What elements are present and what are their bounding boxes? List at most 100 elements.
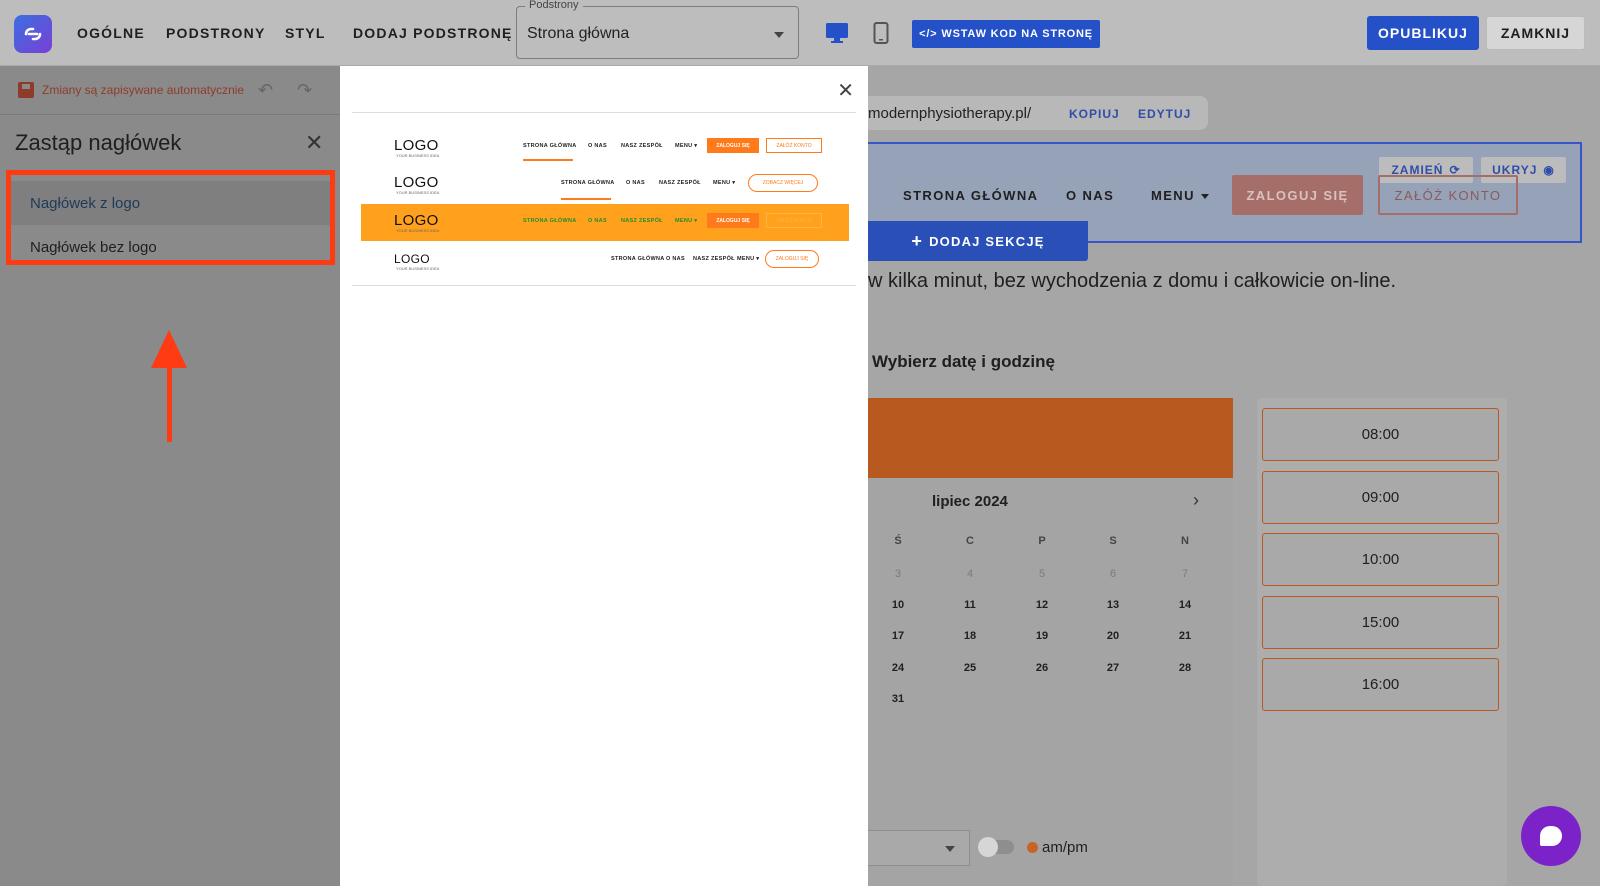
time-slots: 08:00 09:00 10:00 15:00 16:00 <box>1257 398 1507 886</box>
time-slot[interactable]: 08:00 <box>1262 408 1499 461</box>
save-icon <box>18 82 34 98</box>
calendar-day[interactable]: 13 <box>1099 599 1127 611</box>
preview-signup-button: ZAŁÓŻ KONTO <box>766 213 822 228</box>
site-nav-menu[interactable]: MENU <box>1151 188 1209 203</box>
preview-login-button: ZALOGUJ SIĘ <box>707 213 759 228</box>
add-section-label: DODAJ SEKCJĘ <box>929 233 1045 249</box>
top-toolbar: OGÓLNE PODSTRONY STYL DODAJ PODSTRONĘ Po… <box>0 0 1600 66</box>
preview-nav-underline <box>561 198 611 200</box>
close-editor-button[interactable]: ZAMKNIJ <box>1486 16 1585 50</box>
chat-icon <box>1540 826 1562 846</box>
subpage-select-label: Podstrony <box>525 0 583 11</box>
url-bar: modernphysiotherapy.pl/ KOPIUJ EDYTUJ <box>868 96 1208 130</box>
desktop-view-button[interactable] <box>823 21 851 45</box>
calendar-day[interactable]: 20 <box>1099 630 1127 642</box>
copy-url-button[interactable]: KOPIUJ <box>1069 107 1120 121</box>
header-variant-3[interactable]: LOGO YOUR BUSINESS IDEA STRONA GŁÓWNA O … <box>361 204 849 241</box>
calendar-day[interactable]: 21 <box>1171 630 1199 642</box>
preview-login-button: ZALOGUJ SIĘ <box>707 138 759 153</box>
ampm-toggle[interactable] <box>978 837 1014 857</box>
preview-nav-home: STRONA GŁÓWNA <box>611 256 665 262</box>
site-nav-about[interactable]: O NAS <box>1066 188 1114 203</box>
calendar-day[interactable]: 11 <box>956 599 984 611</box>
close-icon[interactable]: ✕ <box>837 78 854 103</box>
publish-button[interactable]: OPUBLIKUJ <box>1367 16 1479 50</box>
phone-icon <box>873 22 889 44</box>
pick-date-heading: Wybierz datę i godzinę <box>872 352 1055 371</box>
preview-nav-menu: MENU ▾ <box>675 143 698 149</box>
subpage-select-value: Strona główna <box>527 25 630 42</box>
preview-nav-team: NASZ ZESPÓŁ <box>621 143 663 149</box>
nav-add-subpage[interactable]: DODAJ PODSTRONĘ <box>353 25 513 41</box>
time-slot[interactable]: 10:00 <box>1262 533 1499 586</box>
app-logo[interactable] <box>14 15 52 53</box>
preview-nav-home: STRONA GŁÓWNA <box>561 180 615 186</box>
close-icon[interactable]: ✕ <box>305 130 323 156</box>
undo-icon[interactable]: ↶ <box>258 80 273 101</box>
calendar-day[interactable]: 14 <box>1171 599 1199 611</box>
calendar-day[interactable]: 28 <box>1171 662 1199 674</box>
site-nav-menu-label: MENU <box>1151 188 1195 203</box>
header-variant-4[interactable]: LOGO YOUR BUSINESS IDEA STRONA GŁÓWNA O … <box>361 242 849 276</box>
calendar-day[interactable]: 18 <box>956 630 984 642</box>
calendar-day[interactable]: 12 <box>1028 599 1056 611</box>
preview-tagline: YOUR BUSINESS IDEA <box>396 153 440 158</box>
calendar-day[interactable]: 19 <box>1028 630 1056 642</box>
weekday-label: C <box>966 535 974 547</box>
time-slot[interactable]: 09:00 <box>1262 471 1499 524</box>
calendar-day[interactable]: 24 <box>884 662 912 674</box>
preview-logo: LOGO <box>394 252 430 266</box>
calendar-day[interactable]: 27 <box>1099 662 1127 674</box>
preview-nav-about: O NAS <box>588 218 607 224</box>
calendar-day[interactable]: 26 <box>1028 662 1056 674</box>
chevron-down-icon <box>1200 194 1209 200</box>
site-signup-button[interactable]: ZAŁÓŻ KONTO <box>1378 175 1518 215</box>
preview-tagline: YOUR BUSINESS IDEA <box>396 266 440 271</box>
nav-subpages[interactable]: PODSTRONY <box>166 25 265 41</box>
time-slot[interactable]: 15:00 <box>1262 596 1499 649</box>
ampm-label-group: am/pm <box>1027 839 1088 856</box>
site-url: modernphysiotherapy.pl/ <box>868 105 1032 122</box>
embed-code-button[interactable]: </> WSTAW KOD NA STRONĘ <box>912 20 1100 48</box>
site-nav-home[interactable]: STRONA GŁÓWNA <box>903 188 1038 203</box>
monitor-icon <box>826 23 848 43</box>
weekday-label: S <box>1109 535 1117 547</box>
calendar-day: 5 <box>1038 568 1046 580</box>
add-section-button[interactable]: + DODAJ SEKCJĘ <box>868 221 1088 261</box>
calendar-day: 3 <box>894 568 902 580</box>
chat-launcher-button[interactable] <box>1521 806 1581 866</box>
header-variant-1[interactable]: LOGO YOUR BUSINESS IDEA STRONA GŁÓWNA O … <box>361 129 849 163</box>
site-login-button[interactable]: ZALOGUJ SIĘ <box>1232 175 1363 215</box>
annotation-highlight-box <box>6 170 335 265</box>
edit-url-button[interactable]: EDYTUJ <box>1138 107 1191 121</box>
chevron-down-icon <box>774 32 784 38</box>
subpage-select[interactable]: Podstrony Strona główna <box>516 0 799 59</box>
plus-icon: + <box>911 230 924 251</box>
preview-nav-about: O NAS <box>626 180 645 186</box>
calendar-day[interactable]: 10 <box>884 599 912 611</box>
mobile-view-button[interactable] <box>867 21 895 45</box>
preview-logo: LOGO <box>394 212 439 229</box>
redo-icon[interactable]: ↷ <box>297 80 312 101</box>
preview-nav-underline <box>523 159 573 161</box>
preview-signup-button: ZAŁÓŻ KONTO <box>766 138 822 153</box>
preview-nav-menu: MENU ▾ <box>737 256 760 262</box>
calendar-month: lipiec 2024 <box>932 493 1008 510</box>
chevron-down-icon <box>945 846 955 852</box>
code-icon: </> <box>919 28 938 40</box>
nav-style[interactable]: STYL <box>285 25 326 41</box>
calendar-day: 4 <box>966 568 974 580</box>
header-preview-modal: ✕ LOGO YOUR BUSINESS IDEA STRONA GŁÓWNA … <box>340 66 868 886</box>
calendar-day[interactable]: 17 <box>884 630 912 642</box>
chevron-right-icon[interactable]: › <box>1193 490 1199 511</box>
time-slot[interactable]: 16:00 <box>1262 658 1499 711</box>
preview-nav-home: STRONA GŁÓWNA <box>523 143 577 149</box>
intro-text: w kilka minut, bez wychodzenia z domu i … <box>868 270 1397 292</box>
calendar-day[interactable]: 31 <box>884 693 912 705</box>
timezone-select[interactable] <box>868 830 970 866</box>
preview-logo: LOGO <box>394 137 439 154</box>
preview-nav-team: NASZ ZESPÓŁ <box>693 256 735 262</box>
header-variant-2[interactable]: LOGO YOUR BUSINESS IDEA STRONA GŁÓWNA O … <box>361 166 849 200</box>
calendar-day[interactable]: 25 <box>956 662 984 674</box>
nav-general[interactable]: OGÓLNE <box>77 25 145 41</box>
